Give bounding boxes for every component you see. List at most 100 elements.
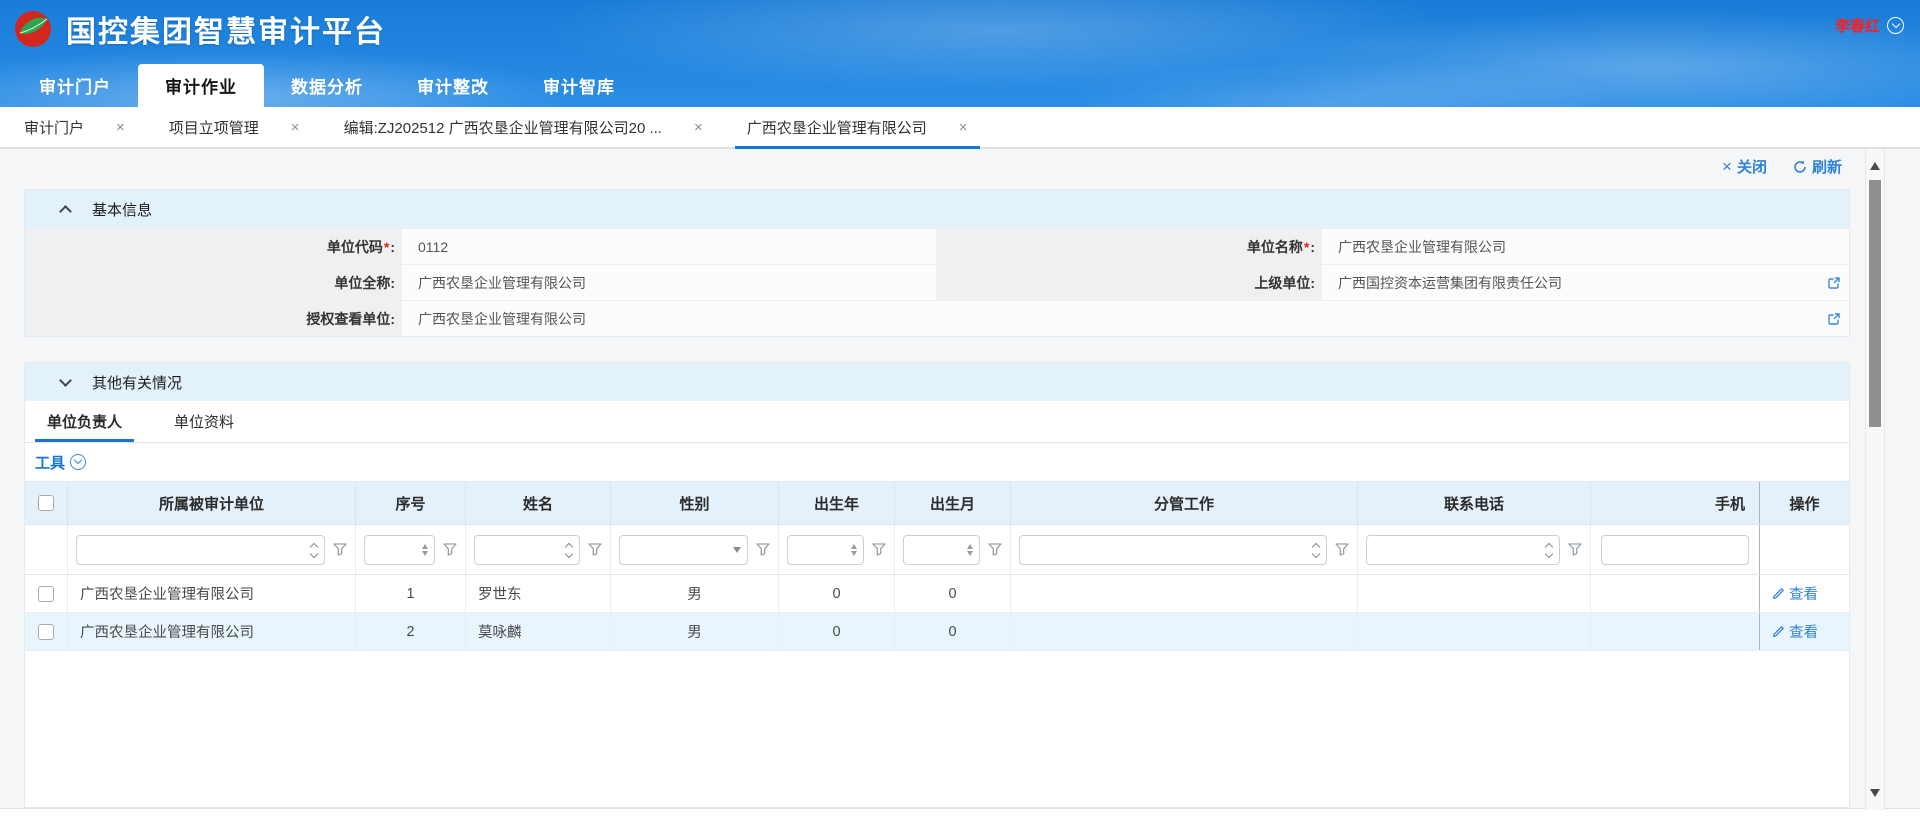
row-checkbox[interactable]: [38, 586, 54, 602]
col-header-action: 操作: [1759, 482, 1849, 524]
filter-funnel-icon[interactable]: [333, 543, 347, 556]
nav-item-audit-work[interactable]: 审计作业: [138, 64, 264, 107]
refresh-page-button[interactable]: 刷新: [1793, 156, 1842, 177]
col-header-mobile[interactable]: 手机: [1591, 482, 1759, 524]
scrollbar-thumb[interactable]: [1869, 180, 1881, 427]
document-tabbar: 审计门户 × 项目立项管理 × 编辑:ZJ202512 广西农垦企业管理有限公司…: [0, 107, 1920, 149]
filter-birth-month-input[interactable]: [904, 536, 963, 564]
edit-pencil-icon: [1772, 625, 1785, 638]
filter-gender-input[interactable]: [620, 536, 727, 564]
spinner-icon[interactable]: [1309, 542, 1326, 557]
cell-birth-year: 0: [779, 613, 895, 650]
filter-funnel-icon[interactable]: [588, 543, 602, 556]
cell-name: 罗世东: [466, 575, 611, 612]
cell-unit: 广西农垦企业管理有限公司: [68, 613, 356, 650]
filter-mobile-input[interactable]: [1602, 536, 1748, 564]
field-value-unit-code[interactable]: 0112: [401, 229, 936, 264]
tab-close-icon[interactable]: ×: [694, 120, 703, 135]
table-filter-row: [25, 525, 1849, 575]
filter-funnel-icon[interactable]: [1568, 543, 1582, 556]
section-header-basic-info[interactable]: 基本信息: [25, 190, 1849, 228]
field-label-unit-name: 单位名称*:: [936, 229, 1321, 264]
scrollbar-down-arrow-icon[interactable]: [1870, 789, 1880, 802]
filter-work-input[interactable]: [1020, 536, 1309, 564]
spinner-icon[interactable]: [847, 541, 863, 559]
filter-unit-input[interactable]: [77, 536, 307, 564]
scrollbar-up-arrow-icon[interactable]: [1870, 157, 1880, 170]
nav-item-audit-rectification[interactable]: 审计整改: [390, 64, 516, 107]
col-header-work[interactable]: 分管工作: [1011, 482, 1358, 524]
table-row[interactable]: 广西农垦企业管理有限公司 2 莫咏麟 男 0 0 查看: [25, 613, 1849, 651]
user-name: 李春红: [1835, 15, 1880, 36]
filter-funnel-icon[interactable]: [1335, 543, 1349, 556]
doc-tab-edit-zj202512[interactable]: 编辑:ZJ202512 广西农垦企业管理有限公司20 ... ×: [322, 107, 725, 147]
section-title: 基本信息: [92, 199, 152, 220]
cell-birth-year: 0: [779, 575, 895, 612]
spinner-icon[interactable]: [963, 541, 979, 559]
filter-funnel-icon[interactable]: [756, 543, 770, 556]
field-value-unit-name[interactable]: 广西农垦企业管理有限公司: [1321, 229, 1849, 264]
nav-item-audit-portal[interactable]: 审计门户: [12, 64, 138, 107]
subtab-unit-principal[interactable]: 单位负责人: [41, 401, 128, 442]
filter-funnel-icon[interactable]: [988, 543, 1002, 556]
external-link-icon[interactable]: [1827, 276, 1841, 290]
collapse-chevron-down-icon: [59, 374, 72, 387]
tab-close-icon[interactable]: ×: [291, 120, 300, 135]
tools-dropdown[interactable]: 工具: [25, 443, 1849, 481]
spinner-icon[interactable]: [307, 542, 324, 557]
cell-gender: 男: [611, 613, 779, 650]
spinner-icon[interactable]: [418, 541, 434, 559]
col-header-seq[interactable]: 序号: [356, 482, 466, 524]
external-link-icon[interactable]: [1827, 312, 1841, 326]
col-header-gender[interactable]: 性别: [611, 482, 779, 524]
page-actions: × 关闭 刷新: [1722, 156, 1842, 177]
tab-close-icon[interactable]: ×: [959, 120, 968, 135]
filter-work-combobox: [1019, 535, 1327, 565]
view-row-link[interactable]: 查看: [1772, 583, 1818, 604]
dropdown-arrow-icon[interactable]: [727, 542, 747, 557]
row-checkbox[interactable]: [38, 624, 54, 640]
field-label-unit-code: 单位代码*:: [25, 229, 401, 264]
filter-phone-input[interactable]: [1367, 536, 1542, 564]
filter-birth-year-input[interactable]: [788, 536, 847, 564]
other-info-subtabs: 单位负责人 单位资料: [25, 401, 1849, 443]
user-chevron-down-icon: [1887, 17, 1904, 34]
field-value-authorized-view-unit[interactable]: 广西农垦企业管理有限公司: [401, 301, 1849, 336]
refresh-icon: [1793, 160, 1807, 174]
subtab-unit-materials[interactable]: 单位资料: [168, 401, 240, 442]
cell-work: [1011, 575, 1358, 612]
cell-name: 莫咏麟: [466, 613, 611, 650]
section-header-other-info[interactable]: 其他有关情况: [25, 363, 1849, 401]
doc-tab-gxnk-company[interactable]: 广西农垦企业管理有限公司 ×: [725, 107, 990, 147]
col-header-phone[interactable]: 联系电话: [1358, 482, 1591, 524]
spinner-icon[interactable]: [562, 542, 579, 557]
doc-tab-audit-portal[interactable]: 审计门户 ×: [2, 107, 147, 147]
field-label-unit-fullname: 单位全称:: [25, 265, 401, 300]
spinner-icon[interactable]: [1542, 542, 1559, 557]
table-row[interactable]: 广西农垦企业管理有限公司 1 罗世东 男 0 0 查看: [25, 575, 1849, 613]
vertical-scrollbar[interactable]: [1865, 149, 1885, 810]
nav-item-data-analysis[interactable]: 数据分析: [264, 64, 390, 107]
filter-name-input[interactable]: [475, 536, 562, 564]
close-page-button[interactable]: × 关闭: [1722, 156, 1767, 177]
tab-close-icon[interactable]: ×: [116, 120, 125, 135]
field-label-authorized-view-unit: 授权查看单位:: [25, 301, 401, 336]
col-header-audited-unit[interactable]: 所属被审计单位: [68, 482, 356, 524]
view-row-link[interactable]: 查看: [1772, 621, 1818, 642]
col-header-name[interactable]: 姓名: [466, 482, 611, 524]
field-value-parent-unit[interactable]: 广西国控资本运营集团有限责任公司: [1321, 265, 1849, 300]
filter-funnel-icon[interactable]: [443, 543, 457, 556]
table-header-row: 所属被审计单位 序号 姓名 性别 出生年 出生月 分管工作 联系电话 手机 操作: [25, 481, 1849, 525]
content-area: × 关闭 刷新 基本信息 单位代码*: 0112 单位名称*:: [0, 149, 1920, 839]
col-header-birth-year[interactable]: 出生年: [779, 482, 895, 524]
filter-funnel-icon[interactable]: [872, 543, 886, 556]
field-value-unit-fullname[interactable]: 广西农垦企业管理有限公司: [401, 265, 936, 300]
cell-phone: [1358, 613, 1591, 650]
doc-tab-project-setup[interactable]: 项目立项管理 ×: [147, 107, 322, 147]
select-all-checkbox[interactable]: [38, 495, 54, 511]
collapse-chevron-up-icon: [59, 205, 72, 218]
nav-item-audit-knowledge[interactable]: 审计智库: [516, 64, 642, 107]
user-menu[interactable]: 李春红: [1835, 15, 1904, 36]
col-header-birth-month[interactable]: 出生月: [895, 482, 1011, 524]
filter-seq-input[interactable]: [365, 536, 418, 564]
